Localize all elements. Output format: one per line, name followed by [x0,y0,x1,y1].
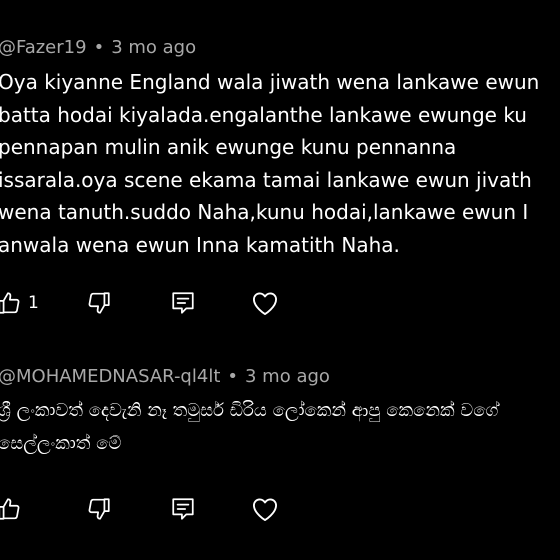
comment-line: wena tanuth.suddo Naha,kunu hodai,lankaw… [0,200,529,224]
thumbs-down-icon [88,292,110,314]
comment-line: pennapan mulin anik ewunge kunu pennanna [0,135,457,159]
comment-author[interactable]: @MOHAMEDNASAR-ql4lt [0,366,220,387]
comment-line: සෙල්ලංකාත් මේ [0,432,122,454]
like-button[interactable]: 1 [0,288,39,318]
comment-body: Oya kiyanne England wala jiwath wena lan… [0,66,560,261]
reply-icon [172,292,194,314]
thumbs-up-icon [0,292,20,314]
comment-line: issarala.oya scene ekama tamai lankawe e… [0,167,532,192]
comment-line: ශ්‍රී ලංකාවත් දෙවැනි නෑ තමුසර් ඩිරිය ලෝක… [0,400,499,421]
comment-meta: @Fazer19 • 3 mo ago [0,36,560,60]
comment-item: @MOHAMEDNASAR-ql4lt • 3 mo ago ශ්‍රී ලංකාව… [0,365,560,460]
reply-button[interactable] [170,288,196,318]
comment-time: 3 mo ago [245,366,330,387]
thumbs-down-icon [88,498,110,520]
comment-item: @Fazer19 • 3 mo ago Oya kiyanne England wa… [0,36,560,261]
reply-button[interactable] [170,494,196,524]
heart-button[interactable] [251,494,279,524]
thumbs-up-icon [0,498,20,520]
comment-meta: @MOHAMEDNASAR-ql4lt • 3 mo ago [0,365,560,389]
like-count: 1 [28,293,39,313]
dislike-button[interactable] [86,494,112,524]
dislike-button[interactable] [86,288,112,318]
comment-line: batta hodai kiyalada.engalanthe lankawe … [0,102,527,127]
like-button[interactable] [0,494,28,524]
comment-line: anwala wena ewun Inna kamatith Naha. [0,232,400,257]
reply-icon [172,498,194,520]
heart-icon [252,498,278,522]
meta-separator: • [93,37,105,58]
comment-line: Oya kiyanne England wala jiwath wena lan… [0,70,540,94]
heart-icon [252,292,278,316]
comment-time: 3 mo ago [111,37,197,58]
heart-button[interactable] [251,288,279,318]
meta-separator: • [227,366,238,387]
comment-body: ශ්‍රී ලංකාවත් දෙවැනි නෑ තමුසර් ඩිරිය ලෝක… [0,395,560,460]
comment-author[interactable]: @Fazer19 [0,37,87,58]
